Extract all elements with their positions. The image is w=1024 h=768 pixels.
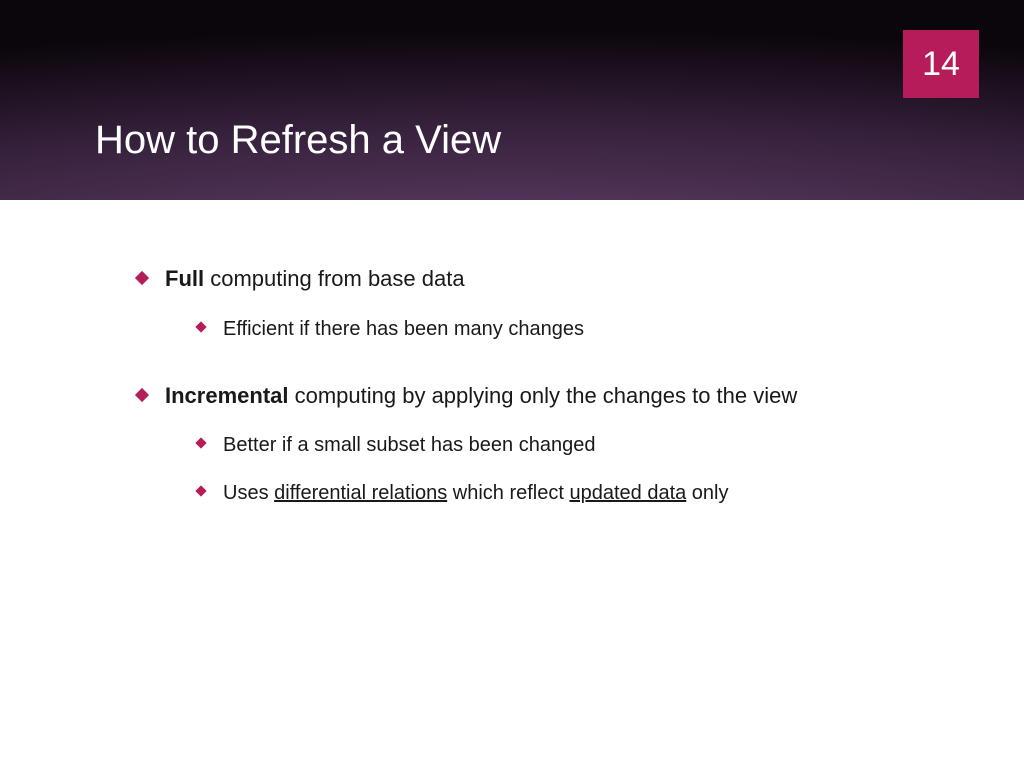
- slide: 14 How to Refresh a View Full computing …: [0, 0, 1024, 768]
- diamond-icon: [195, 486, 206, 497]
- text: computing from base data: [204, 266, 464, 291]
- bullet-text: Uses differential relations which reflec…: [223, 480, 729, 506]
- text: computing by applying only the changes t…: [289, 383, 798, 408]
- bullet-text: Efficient if there has been many changes: [223, 316, 584, 342]
- bullet-level2: Uses differential relations which reflec…: [197, 480, 929, 506]
- bullet-level2: Better if a small subset has been change…: [197, 432, 929, 458]
- bullet-text: Incremental computing by applying only t…: [165, 382, 797, 411]
- text: Uses: [223, 482, 274, 504]
- slide-content: Full computing from base data Efficient …: [0, 200, 1024, 506]
- page-number: 14: [922, 45, 960, 84]
- slide-header: 14 How to Refresh a View: [0, 0, 1024, 200]
- text: only: [686, 482, 728, 504]
- bullet-text: Full computing from base data: [165, 265, 465, 294]
- diamond-icon: [195, 438, 206, 449]
- bullet-level2: Efficient if there has been many changes: [197, 316, 929, 342]
- diamond-icon: [135, 388, 149, 402]
- underlined-text: differential relations: [274, 482, 447, 504]
- slide-title: How to Refresh a View: [95, 118, 501, 163]
- bullet-level1: Incremental computing by applying only t…: [137, 382, 929, 411]
- diamond-icon: [135, 271, 149, 285]
- diamond-icon: [195, 321, 206, 332]
- text: which reflect: [447, 482, 569, 504]
- bold-text: Full: [165, 266, 204, 291]
- page-number-box: 14: [903, 30, 979, 98]
- bullet-level1: Full computing from base data: [137, 265, 929, 294]
- underlined-text: updated data: [569, 482, 686, 504]
- bold-text: Incremental: [165, 383, 289, 408]
- bullet-text: Better if a small subset has been change…: [223, 432, 595, 458]
